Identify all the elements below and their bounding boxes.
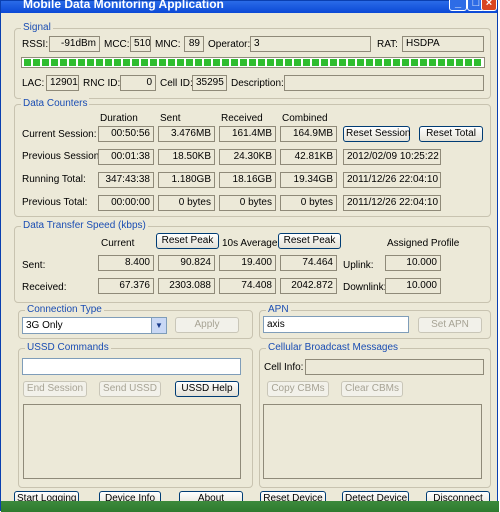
received-current: 67.376 <box>98 278 154 294</box>
connection-type-legend: Connection Type <box>25 304 104 315</box>
copy-cbms-button[interactable]: Copy CBMs <box>267 381 329 397</box>
uplink-value: 10.000 <box>385 255 441 271</box>
current-session-duration: 00:50:56 <box>98 126 154 142</box>
rssi-value: -91dBm <box>49 36 100 52</box>
previous-total-duration: 00:00:00 <box>98 195 154 211</box>
rssi-label: RSSI: <box>22 39 49 50</box>
mcc-label: MCC: <box>104 39 130 50</box>
description-value <box>284 75 484 91</box>
received-avg: 74.408 <box>219 278 276 294</box>
header-sent: Sent <box>160 113 181 124</box>
header-received: Received <box>221 113 263 124</box>
cell-info-label: Cell Info: <box>264 362 304 373</box>
reset-peak-button[interactable]: Reset Peak <box>156 233 219 249</box>
mnc-value: 89 <box>184 36 204 52</box>
current-session-combined: 164.9MB <box>280 126 337 142</box>
description-label: Description: <box>231 78 284 89</box>
taskbar-strip <box>1 501 499 512</box>
header-duration: Duration <box>100 113 138 124</box>
minimize-icon[interactable]: _ <box>449 0 467 11</box>
lac-label: LAC: <box>22 78 45 89</box>
ussd-help-button[interactable]: USSD Help <box>175 381 239 397</box>
previous-total-combined: 0 bytes <box>280 195 337 211</box>
previous-session-label: Previous Session: <box>22 151 103 162</box>
previous-session-received: 24.30KB <box>219 149 276 165</box>
rnc-value: 0 <box>120 75 156 91</box>
header-combined: Combined <box>282 113 328 124</box>
operator-value: 3 <box>250 36 371 52</box>
sent-avg: 19.400 <box>219 255 276 271</box>
previous-session-date: 2012/02/09 10:25:22 <box>343 149 441 165</box>
connection-type-value: 3G Only <box>26 320 63 331</box>
current-session-sent: 3.476MB <box>158 126 215 142</box>
ussd-legend: USSD Commands <box>25 342 111 353</box>
previous-session-sent: 18.50KB <box>158 149 215 165</box>
running-total-duration: 347:43:38 <box>98 172 154 188</box>
reset-total-button[interactable]: Reset Total <box>419 126 483 142</box>
previous-session-duration: 00:01:38 <box>98 149 154 165</box>
speed-current-label: Current <box>101 238 135 249</box>
rat-value: HSDPA <box>402 36 484 52</box>
cbm-messages-area[interactable] <box>263 404 482 479</box>
main-window: Mobile Data Monitoring Application _ □ ×… <box>0 0 499 512</box>
running-total-combined: 19.34GB <box>280 172 337 188</box>
apn-legend: APN <box>266 304 291 315</box>
previous-session-combined: 42.81KB <box>280 149 337 165</box>
cbm-legend: Cellular Broadcast Messages <box>266 342 401 353</box>
mnc-label: MNC: <box>155 39 181 50</box>
sent-avg-peak: 74.464 <box>280 255 337 271</box>
downlink-value: 10.000 <box>385 278 441 294</box>
sent-current: 8.400 <box>98 255 154 271</box>
rat-label: RAT: <box>377 39 398 50</box>
mcc-value: 510 <box>130 36 151 52</box>
cell-info-value <box>305 359 484 375</box>
title-bar[interactable]: Mobile Data Monitoring Application _ □ × <box>1 0 497 13</box>
running-total-received: 18.16GB <box>219 172 276 188</box>
assigned-profile-label: Assigned Profile <box>387 238 460 249</box>
sent-peak: 90.824 <box>158 255 215 271</box>
operator-label: Operator: <box>208 39 251 50</box>
speed-received-label: Received: <box>22 282 67 293</box>
reset-avg-peak-button[interactable]: Reset Peak <box>278 233 341 249</box>
downlink-label: Downlink: <box>343 282 387 293</box>
ussd-input[interactable] <box>22 358 241 375</box>
uplink-label: Uplink: <box>343 260 374 271</box>
send-ussd-button[interactable]: Send USSD <box>99 381 161 397</box>
received-peak: 2303.088 <box>158 278 215 294</box>
received-avg-peak: 2042.872 <box>280 278 337 294</box>
ussd-response-area[interactable] <box>23 404 241 479</box>
window-title: Mobile Data Monitoring Application <box>23 0 224 11</box>
running-total-label: Running Total: <box>22 174 86 185</box>
rnc-label: RNC ID: <box>83 78 121 89</box>
apn-input[interactable]: axis <box>263 316 409 333</box>
cell-id-label: Cell ID: <box>160 78 193 89</box>
apply-button[interactable]: Apply <box>175 317 239 333</box>
signal-strength-fill <box>24 59 482 66</box>
signal-strength-bar <box>21 57 485 68</box>
speed-sent-label: Sent: <box>22 260 46 271</box>
current-session-label: Current Session: <box>22 129 97 140</box>
connection-type-select[interactable]: 3G Only ▼ <box>22 317 167 334</box>
previous-total-sent: 0 bytes <box>158 195 215 211</box>
close-icon[interactable]: × <box>481 0 497 11</box>
set-apn-button[interactable]: Set APN <box>418 317 482 333</box>
previous-total-label: Previous Total: <box>22 197 88 208</box>
speed-legend: Data Transfer Speed (kbps) <box>21 220 148 231</box>
running-total-date: 2011/12/26 22:04:10 <box>343 172 441 188</box>
signal-legend: Signal <box>21 22 53 33</box>
previous-total-date: 2011/12/26 22:04:10 <box>343 195 441 211</box>
clear-cbms-button[interactable]: Clear CBMs <box>341 381 403 397</box>
current-session-received: 161.4MB <box>219 126 276 142</box>
reset-session-button[interactable]: Reset Session <box>343 126 410 142</box>
speed-avg-label: 10s Average <box>222 238 278 249</box>
data-counters-legend: Data Counters <box>21 98 90 109</box>
running-total-sent: 1.180GB <box>158 172 215 188</box>
previous-total-received: 0 bytes <box>219 195 276 211</box>
cell-id-value: 35295 <box>192 75 227 91</box>
chevron-down-icon[interactable]: ▼ <box>151 318 166 333</box>
lac-value: 12901 <box>46 75 79 91</box>
end-session-button[interactable]: End Session <box>23 381 87 397</box>
